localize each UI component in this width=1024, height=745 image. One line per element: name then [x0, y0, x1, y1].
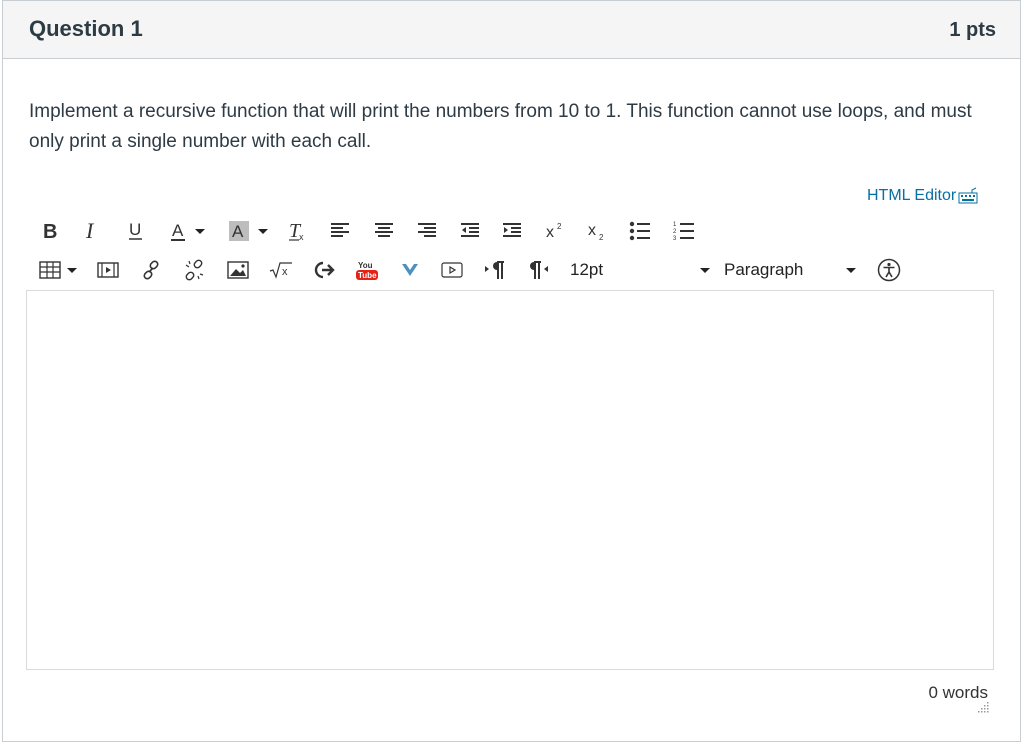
- question-text: Implement a recursive function that will…: [29, 101, 972, 152]
- vimeo-icon[interactable]: [398, 255, 422, 285]
- numbered-list-icon[interactable]: 123: [672, 216, 696, 246]
- chevron-down-icon: [67, 267, 77, 273]
- svg-text:x: x: [299, 232, 304, 242]
- bullet-list-icon[interactable]: [628, 216, 652, 246]
- italic-icon[interactable]: I: [82, 216, 102, 246]
- unlink-icon[interactable]: [182, 255, 206, 285]
- svg-text:x: x: [546, 224, 554, 241]
- text-color-icon[interactable]: A: [166, 216, 208, 246]
- align-right-icon[interactable]: [415, 216, 439, 246]
- editor-toolbar-row-1: B I U A A Tx x2 x2 123: [30, 216, 710, 248]
- svg-text:x: x: [282, 266, 288, 278]
- subscript-icon[interactable]: x2: [585, 216, 609, 246]
- chevron-down-icon: [846, 267, 856, 273]
- underline-icon[interactable]: U: [126, 216, 146, 246]
- svg-text:B: B: [43, 221, 57, 241]
- rich-text-editor[interactable]: [26, 290, 994, 670]
- outdent-icon[interactable]: [458, 216, 482, 246]
- question-header: Question 1 1 pts: [3, 1, 1020, 59]
- video-icon[interactable]: [440, 255, 464, 285]
- html-editor-label[interactable]: HTML Editor: [867, 187, 956, 205]
- table-icon[interactable]: [38, 255, 78, 285]
- svg-text:2: 2: [557, 222, 562, 231]
- link-icon[interactable]: [139, 255, 163, 285]
- html-editor-toggle[interactable]: HTML Editor: [867, 187, 979, 205]
- equation-icon[interactable]: x: [268, 255, 294, 285]
- svg-text:x: x: [588, 222, 596, 239]
- chevron-down-icon: [195, 228, 205, 234]
- svg-text:You: You: [358, 261, 373, 270]
- align-left-icon[interactable]: [328, 216, 352, 246]
- svg-text:I: I: [85, 221, 95, 241]
- align-center-icon[interactable]: [372, 216, 396, 246]
- bold-icon[interactable]: B: [40, 216, 60, 246]
- image-icon[interactable]: [226, 255, 250, 285]
- superscript-icon[interactable]: x2: [543, 216, 567, 246]
- youtube-icon[interactable]: You Tube: [354, 255, 380, 285]
- rtl-icon[interactable]: [526, 255, 550, 285]
- font-size-value: 12pt: [570, 260, 604, 279]
- question-points: 1 pts: [949, 19, 996, 41]
- svg-text:3: 3: [673, 236, 677, 242]
- svg-text:A: A: [172, 221, 184, 240]
- chevron-down-icon: [258, 228, 268, 234]
- indent-icon[interactable]: [500, 216, 524, 246]
- editor-toolbar-row-2: x You Tube 12pt Paragraph: [30, 255, 910, 287]
- svg-text:2: 2: [673, 229, 677, 235]
- svg-text:2: 2: [599, 233, 604, 241]
- accessibility-icon[interactable]: [876, 255, 902, 285]
- svg-text:U: U: [129, 221, 141, 239]
- background-color-icon[interactable]: A: [224, 216, 272, 246]
- font-size-select[interactable]: 12pt: [570, 255, 710, 285]
- lti-tool-icon[interactable]: [312, 255, 336, 285]
- keyboard-icon: [957, 187, 979, 205]
- block-format-value: Paragraph: [724, 260, 804, 279]
- ltr-icon[interactable]: [483, 255, 507, 285]
- media-icon[interactable]: [96, 255, 120, 285]
- chevron-down-icon: [700, 267, 710, 273]
- resize-handle-icon[interactable]: [978, 700, 990, 713]
- svg-text:Tube: Tube: [358, 271, 377, 280]
- clear-formatting-icon[interactable]: Tx: [286, 216, 310, 246]
- svg-text:1: 1: [673, 222, 677, 228]
- svg-text:A: A: [232, 222, 244, 241]
- block-format-select[interactable]: Paragraph: [724, 255, 856, 285]
- question-title: Question 1: [29, 16, 143, 41]
